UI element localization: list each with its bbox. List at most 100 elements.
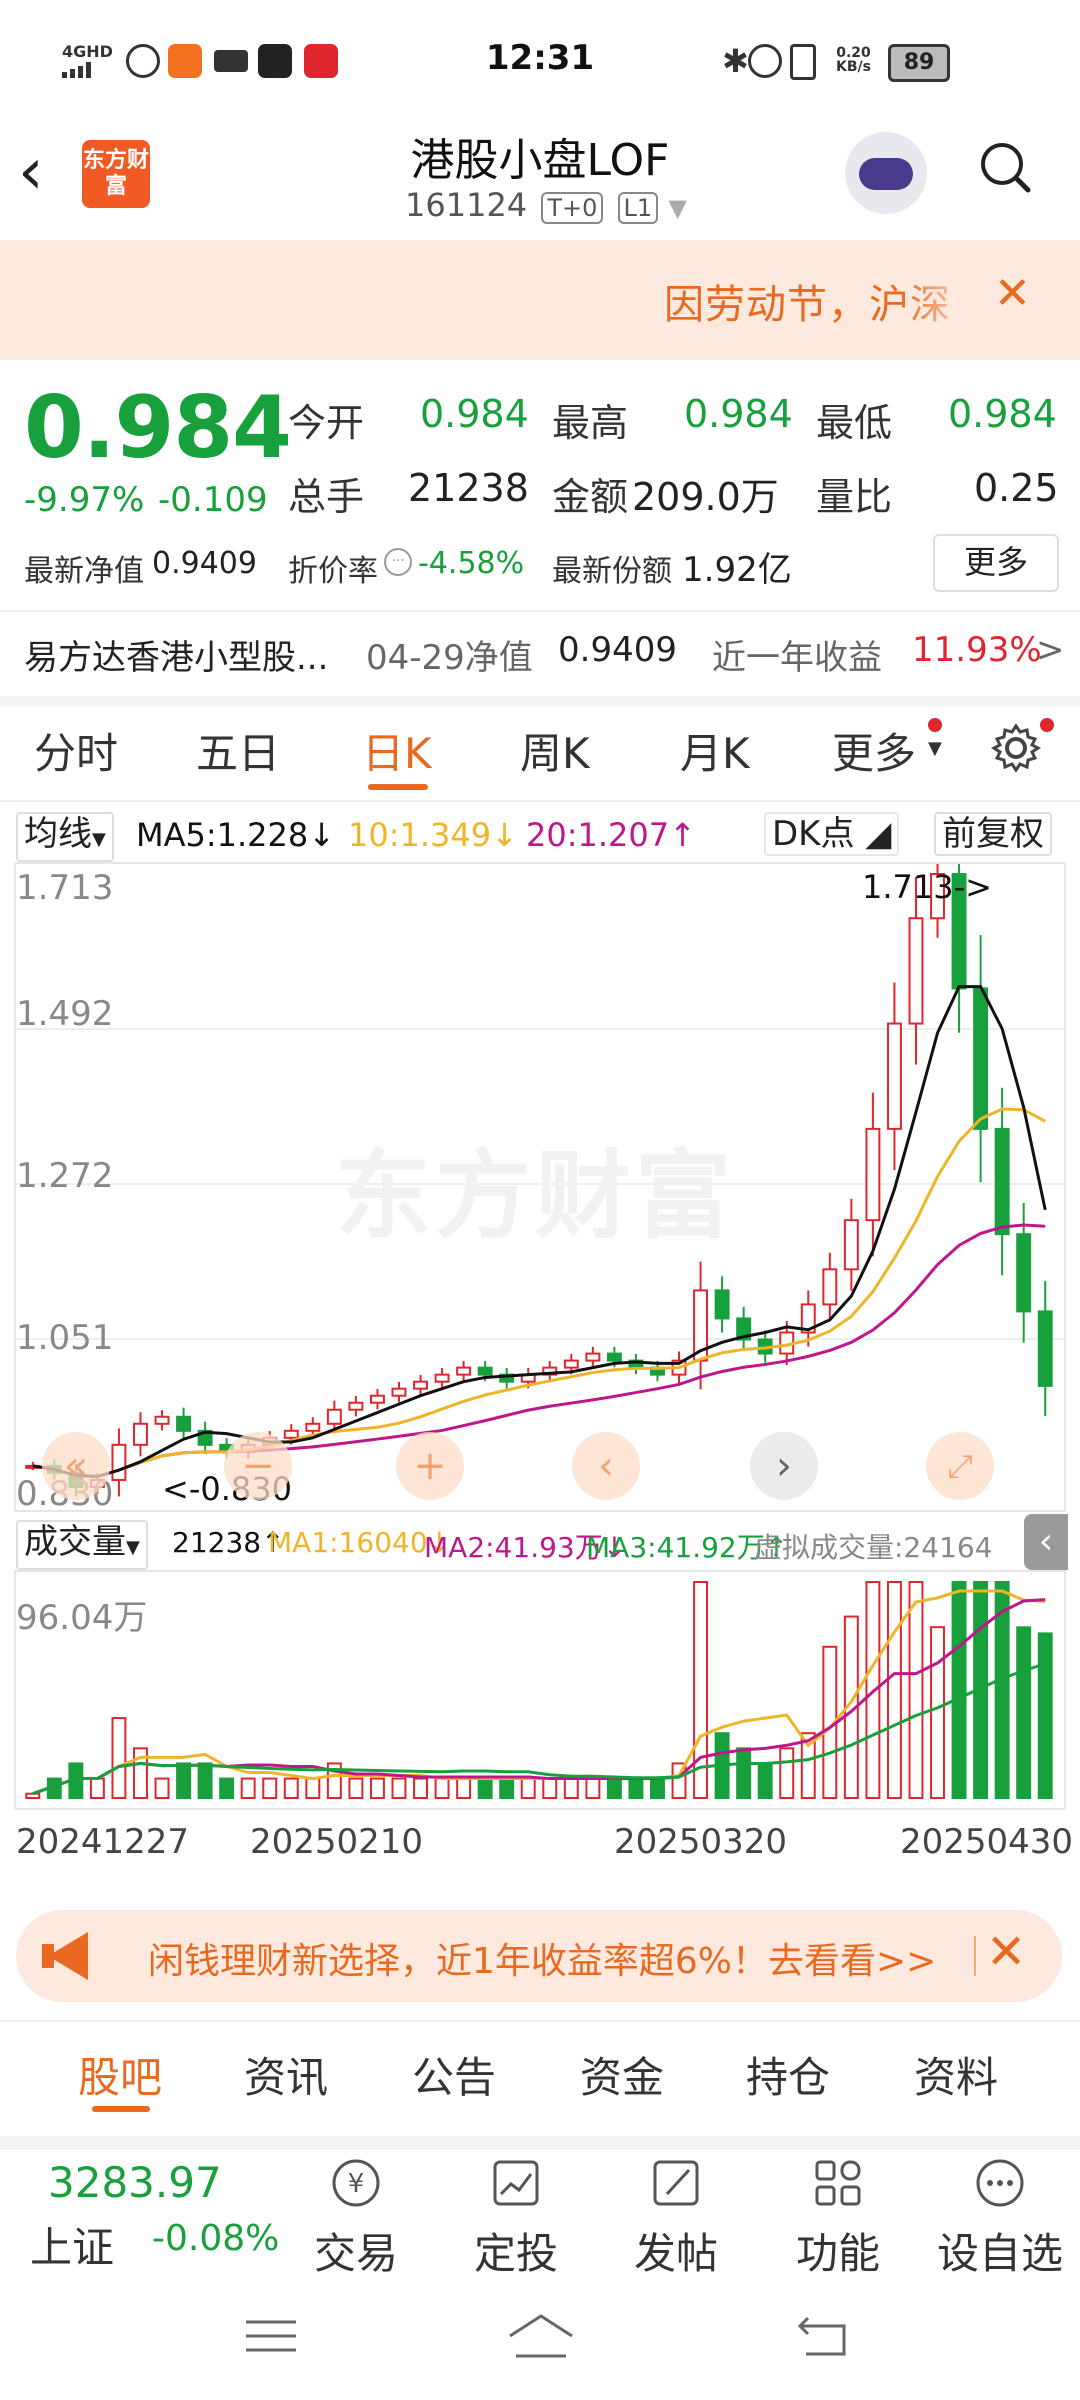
home-icon[interactable] (506, 2312, 576, 2360)
volume-bar (886, 1581, 902, 1799)
year-return-label: 近一年收益 (712, 638, 882, 678)
ma10-value: 10:1.349↓ (348, 816, 518, 854)
notice-banner[interactable]: 因劳动节，沪深 ✕ (0, 240, 1080, 360)
candle-body (865, 1127, 881, 1222)
stock-header: ‹ 东方财富 港股小盘LOF 161124 T+0 L1 ▼ (0, 110, 1080, 240)
shares-value: 1.92亿 (682, 550, 792, 590)
add-watchlist-button[interactable]: 设自选 (930, 2156, 1070, 2281)
zoom-out-icon[interactable]: − (224, 1432, 292, 1500)
gear-icon[interactable] (990, 722, 1042, 774)
change-value: -0.109 (158, 480, 268, 520)
tab-daily-k[interactable]: 日K (362, 720, 432, 781)
ma-selector-label: 均线 (24, 814, 92, 854)
volume-bar (628, 1777, 644, 1799)
volume-bar (283, 1777, 299, 1799)
search-icon[interactable] (978, 140, 1032, 194)
ma-selector[interactable]: 均线▼ (16, 812, 114, 862)
volume-bar (348, 1777, 364, 1799)
ratio-label: 量比 (816, 475, 893, 519)
y-tick-label: 1.051 (16, 1318, 114, 1358)
tab-guba[interactable]: 股吧 (78, 2044, 162, 2105)
max-annotation: 1.713-> (862, 868, 992, 906)
candle-body (585, 1352, 601, 1362)
zoom-in-icon[interactable]: + (396, 1432, 464, 1500)
tab-weekly-k[interactable]: 周K (520, 720, 590, 781)
volume-bar (111, 1717, 127, 1799)
open-label: 今开 (288, 401, 365, 445)
dk-point-button[interactable]: DK点 ◢ (764, 812, 900, 856)
candle-body (391, 1387, 407, 1397)
more-button[interactable]: 更多 (933, 534, 1059, 592)
candle-body (456, 1366, 472, 1376)
battery-icon: 89 (888, 44, 950, 82)
candle-body (434, 1373, 450, 1383)
candle-body (477, 1366, 493, 1376)
high-value: 0.984 (684, 392, 793, 436)
adjust-button[interactable]: 前复权 (934, 812, 1052, 856)
edit-icon (653, 2160, 699, 2206)
dropdown-triangle-icon: ▼ (126, 1537, 140, 1558)
fullscreen-icon[interactable]: ⤢ (926, 1432, 994, 1500)
volume-bar (757, 1762, 773, 1800)
volume-bar (779, 1747, 795, 1800)
back-nav-icon[interactable] (796, 2314, 852, 2358)
volume-bar (930, 1626, 945, 1800)
net-speed: 0.20 KB/s (836, 46, 871, 74)
virtual-volume: 虚拟成交量:24164 (754, 1531, 993, 1564)
candle-body (908, 917, 924, 1025)
info-icon[interactable]: ··· (384, 548, 412, 576)
notification-dot (1040, 718, 1054, 732)
ma-indicator-row: 均线▼ MA5:1.228↓ 10:1.349↓ 20:1.207↑ DK点 ◢… (0, 800, 1080, 864)
volume-bar (736, 1747, 752, 1800)
arrow-down-icon: ↓ (491, 816, 518, 854)
trade-button[interactable]: ¥ 交易 (286, 2156, 426, 2281)
close-icon[interactable]: ✕ (994, 268, 1031, 319)
fund-nav-date: 04-29净值 (366, 638, 533, 678)
candle-body (111, 1443, 127, 1481)
svg-text:¥: ¥ (348, 2169, 365, 2199)
high-label: 最高 (552, 401, 629, 445)
post-button[interactable]: 发帖 (606, 2156, 746, 2281)
discount-value: -4.58% (418, 546, 525, 581)
volume-bar (434, 1777, 450, 1799)
tab-holdings[interactable]: 持仓 (746, 2044, 830, 2105)
notification-dot (928, 718, 942, 732)
tab-five-day[interactable]: 五日 (196, 720, 280, 781)
promo-banner[interactable]: 闲钱理财新选择，近1年收益率超6%！去看看>> ✕ (16, 1910, 1062, 2002)
scroll-right-icon[interactable]: › (750, 1432, 818, 1500)
candle-body (326, 1408, 342, 1425)
tab-news[interactable]: 资讯 (244, 2044, 328, 2105)
close-icon[interactable]: ✕ (986, 1924, 1026, 1980)
index-change: -0.08% (152, 2218, 280, 2259)
volume-selector[interactable]: 成交量▼ (16, 1520, 148, 1570)
tab-profile[interactable]: 资料 (914, 2044, 998, 2105)
volume-bar (413, 1777, 428, 1799)
fund-info-row[interactable]: 易方达香港小型股... 04-29净值 0.9409 近一年收益 11.93% … (0, 610, 1080, 706)
tab-more[interactable]: 更多 (832, 720, 916, 781)
menu-icon[interactable] (244, 2316, 298, 2356)
volume-chart[interactable] (14, 1570, 1066, 1810)
volume-current-text: 21238 (172, 1526, 262, 1559)
volume-bar (585, 1777, 601, 1799)
vibrate-icon (790, 44, 816, 80)
scroll-left-icon[interactable]: ‹ (572, 1432, 640, 1500)
index-value: 3283.97 (48, 2158, 222, 2207)
megaphone-base-icon (42, 1944, 54, 1968)
function-button[interactable]: 功能 (768, 2156, 908, 2281)
x-tick-label: 20250430 (900, 1822, 1074, 1862)
tab-announcement[interactable]: 公告 (412, 2044, 496, 2105)
arrow-up-icon: ↑ (669, 816, 696, 854)
dropdown-triangle-icon[interactable]: ▼ (668, 194, 686, 222)
rewind-icon[interactable]: « (42, 1432, 110, 1500)
dk-label: DK点 (772, 814, 855, 854)
candle-body (563, 1359, 579, 1369)
tab-funds[interactable]: 资金 (580, 2044, 664, 2105)
volume-bar (154, 1777, 170, 1799)
index-widget[interactable]: 3283.97 上证 -0.08% (30, 2156, 290, 2272)
tab-monthly-k[interactable]: 月K (680, 720, 750, 781)
robot-assistant-icon[interactable] (845, 132, 927, 214)
collapse-tab-icon[interactable]: ‹ (1024, 1514, 1068, 1570)
invest-plan-button[interactable]: 定投 (446, 2156, 586, 2281)
tab-intraday[interactable]: 分时 (34, 720, 118, 781)
candle-body (822, 1268, 838, 1306)
